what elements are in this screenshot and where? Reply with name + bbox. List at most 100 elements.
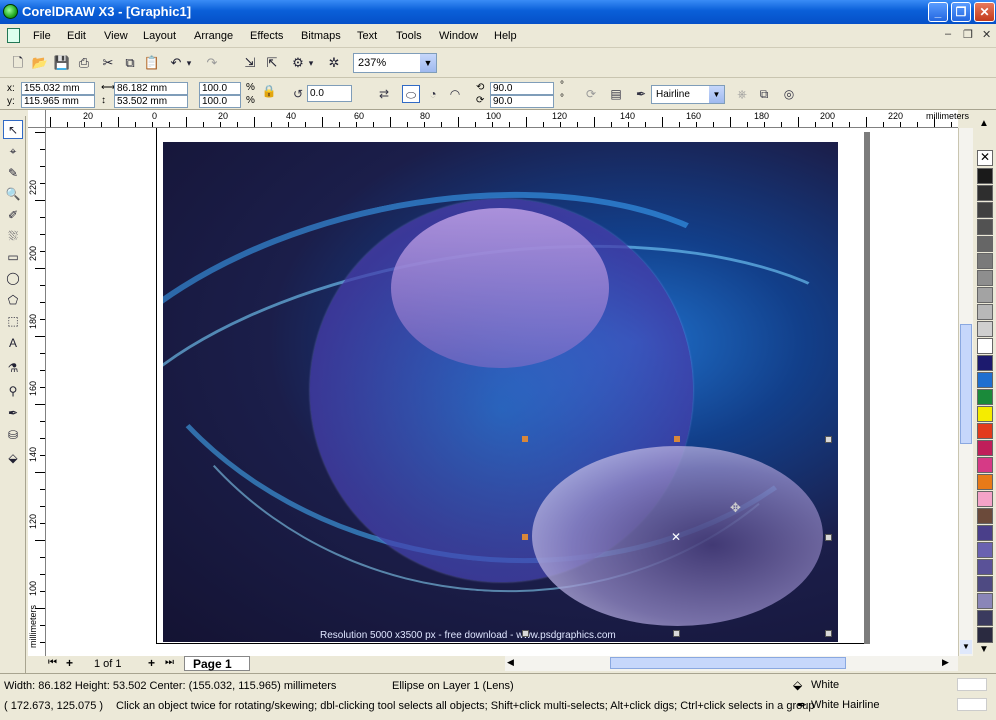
basic-shapes-tool-icon[interactable]: ⬚	[3, 312, 23, 331]
new-document-icon[interactable]: 🗋	[8, 53, 28, 73]
horizontal-ruler[interactable]: 20 0 20 40 60 80 100 120 140 160 180 200…	[46, 110, 969, 128]
arc-mode-icon[interactable]: ◠	[446, 85, 464, 103]
open-icon[interactable]: 📂	[30, 53, 50, 73]
mirror-icon[interactable]: ⇄	[375, 85, 393, 103]
color-swatch[interactable]	[977, 219, 993, 235]
scroll-left-icon[interactable]: ◀	[507, 657, 514, 668]
close-button[interactable]: ✕	[974, 2, 995, 22]
no-color-icon[interactable]: ✕	[977, 150, 993, 166]
color-swatch[interactable]	[977, 610, 993, 626]
add-page-before-icon[interactable]: +	[66, 656, 73, 670]
color-swatch[interactable]	[977, 287, 993, 303]
direction-icon[interactable]: ⟳	[582, 85, 600, 103]
chevron-down-icon[interactable]: ▼	[420, 54, 436, 72]
node-handle[interactable]	[522, 534, 528, 540]
crop-tool-icon[interactable]: ✎	[3, 164, 23, 183]
menu-layout[interactable]: Layout	[143, 30, 176, 42]
menu-file[interactable]: File	[33, 30, 51, 42]
outline-tool-icon[interactable]: ✒	[3, 404, 23, 423]
node-handle[interactable]	[674, 436, 680, 442]
application-launcher-icon[interactable]: ⚙	[288, 53, 308, 73]
cut-icon[interactable]: ✂	[98, 53, 118, 73]
undo-dropdown-icon[interactable]: ▾	[184, 53, 194, 73]
zoom-tool-icon[interactable]: 🔍	[3, 185, 23, 204]
y-position-field[interactable]: 115.965 mm	[21, 95, 95, 108]
selection-handle[interactable]	[673, 630, 680, 637]
color-swatch[interactable]	[977, 372, 993, 388]
color-swatch[interactable]	[977, 542, 993, 558]
selection-handle[interactable]	[825, 436, 832, 443]
color-swatch[interactable]	[977, 457, 993, 473]
last-page-icon[interactable]: ⏭	[165, 657, 174, 668]
menu-view[interactable]: View	[104, 30, 128, 42]
color-swatch[interactable]	[977, 270, 993, 286]
export-icon[interactable]: ⇱	[262, 53, 282, 73]
color-swatch[interactable]	[977, 508, 993, 524]
end-angle-field[interactable]: 90.0	[490, 95, 554, 108]
print-icon[interactable]: ⎙	[74, 53, 94, 73]
color-swatch[interactable]	[977, 440, 993, 456]
scroll-down-icon[interactable]: ▼	[960, 640, 972, 654]
color-swatch[interactable]	[977, 525, 993, 541]
node-handle[interactable]	[522, 436, 528, 442]
fill-tool-icon[interactable]: ⛁	[3, 426, 23, 445]
doc-close-button[interactable]: ✕	[982, 28, 991, 41]
menu-tools[interactable]: Tools	[396, 30, 422, 42]
color-swatch[interactable]	[977, 406, 993, 422]
launcher-dropdown-icon[interactable]: ▾	[306, 53, 316, 73]
copy-icon[interactable]: ⧉	[120, 53, 140, 73]
lock-ratio-icon[interactable]: 🔒	[260, 82, 278, 100]
scroll-right-icon[interactable]: ▶	[942, 657, 949, 668]
rotation-angle-field[interactable]: 0.0	[307, 85, 352, 102]
width-field[interactable]: 86.182 mm	[114, 82, 188, 95]
color-swatch[interactable]	[977, 202, 993, 218]
horizontal-scrollbar[interactable]: ◀ ▶	[505, 656, 958, 671]
save-icon[interactable]: 💾	[52, 53, 72, 73]
ruler-origin-icon[interactable]	[28, 110, 46, 128]
to-front-icon[interactable]: ⧉	[755, 85, 773, 103]
menu-effects[interactable]: Effects	[250, 30, 283, 42]
menu-window[interactable]: Window	[439, 30, 478, 42]
color-swatch[interactable]	[977, 423, 993, 439]
paste-icon[interactable]: 📋	[142, 53, 162, 73]
ellipse-tool-icon[interactable]: ◯	[3, 269, 23, 288]
color-swatch[interactable]	[977, 593, 993, 609]
color-swatch[interactable]	[977, 576, 993, 592]
menu-text[interactable]: Text	[357, 30, 377, 42]
shape-tool-icon[interactable]: ⌖	[3, 142, 23, 161]
selection-handle[interactable]	[522, 630, 529, 637]
menu-help[interactable]: Help	[494, 30, 517, 42]
selection-handle[interactable]	[825, 534, 832, 541]
color-swatch[interactable]	[977, 304, 993, 320]
color-swatch[interactable]	[977, 321, 993, 337]
vertical-scrollbar[interactable]: ▼	[958, 128, 973, 656]
start-angle-field[interactable]: 90.0	[490, 82, 554, 95]
pick-tool-icon[interactable]: ↖	[3, 120, 23, 139]
freehand-tool-icon[interactable]: ✐	[3, 206, 23, 225]
menu-edit[interactable]: Edit	[67, 30, 86, 42]
add-page-after-icon[interactable]: +	[148, 656, 155, 670]
color-swatch[interactable]	[977, 338, 993, 354]
pie-mode-icon[interactable]: ◔	[424, 85, 442, 103]
doc-restore-button[interactable]: ❐	[963, 28, 973, 41]
vertical-ruler[interactable]: 220 200 180 160 140 120 100 millimeters	[28, 128, 46, 656]
wrap-text-icon[interactable]: ▤	[607, 85, 625, 103]
doc-minimize-button[interactable]: –	[945, 28, 951, 40]
zoom-level-select[interactable]: 237% ▼	[353, 53, 437, 73]
palette-arrow-down-icon[interactable]: ▼	[979, 644, 989, 655]
x-position-field[interactable]: 155.032 mm	[21, 82, 95, 95]
chevron-down-icon[interactable]: ▼	[709, 86, 724, 103]
eyedropper-tool-icon[interactable]: ⚲	[3, 382, 23, 401]
scrollbar-thumb[interactable]	[960, 324, 972, 444]
text-tool-icon[interactable]: A	[3, 334, 23, 353]
selection-handle[interactable]	[825, 630, 832, 637]
redo-icon[interactable]: ↷	[202, 53, 222, 73]
restore-button[interactable]: ❐	[951, 2, 971, 22]
undo-icon[interactable]: ↶	[166, 53, 186, 73]
outline-width-select[interactable]: Hairline ▼	[651, 85, 725, 104]
interactive-blend-tool-icon[interactable]: ⚗	[3, 359, 23, 378]
color-swatch[interactable]	[977, 389, 993, 405]
ellipse-mode-icon[interactable]: ⬭	[402, 85, 420, 103]
menu-bitmaps[interactable]: Bitmaps	[301, 30, 341, 42]
convert-to-curves-icon[interactable]: ⎈	[733, 85, 751, 103]
